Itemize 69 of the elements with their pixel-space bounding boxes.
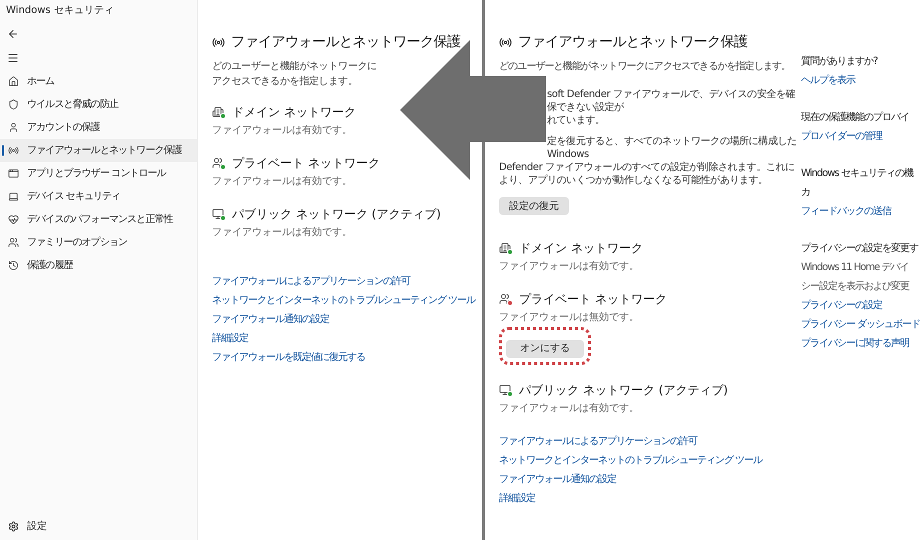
link[interactable]: 詳細設定 bbox=[499, 491, 798, 506]
sidebar-item[interactable]: ホーム bbox=[0, 70, 197, 93]
network-name[interactable]: プライベート ネットワーク bbox=[519, 290, 667, 308]
link[interactable]: ファイアウォール通知の設定 bbox=[499, 472, 798, 487]
heart-pulse-icon bbox=[8, 214, 19, 225]
link[interactable]: フィードバックの送信 bbox=[801, 204, 920, 219]
menu-icon[interactable] bbox=[7, 52, 19, 64]
network-name[interactable]: ドメイン ネットワーク bbox=[232, 103, 356, 121]
link[interactable]: ネットワークとインターネットのトラブルシューティング ツール bbox=[212, 293, 482, 308]
history-icon bbox=[8, 260, 19, 271]
laptop-icon bbox=[8, 191, 19, 202]
page-subtitle: どのユーザーと機能がネットワークにアクセスできるかを指定します。 bbox=[212, 60, 378, 89]
firewall-status: ファイアウォールは有効です。 bbox=[212, 226, 353, 240]
link[interactable]: ファイアウォールを既定値に復元する bbox=[212, 350, 482, 365]
network-name[interactable]: ドメイン ネットワーク bbox=[519, 239, 643, 257]
settings-icon[interactable] bbox=[8, 521, 19, 532]
link[interactable]: ネットワークとインターネットのトラブルシューティング ツール bbox=[499, 453, 798, 468]
link[interactable]: ファイアウォールによるアプリケーションの許可 bbox=[499, 434, 798, 449]
link[interactable]: ファイアウォールによるアプリケーションの許可 bbox=[212, 274, 482, 289]
firewall-status: ファイアウォールは有効です。 bbox=[212, 124, 353, 138]
settings-label[interactable]: 設定 bbox=[27, 519, 47, 534]
section-text: Windows 11 Home デバイ bbox=[801, 261, 910, 275]
firewall-status: ファイアウォールは有効です。 bbox=[499, 260, 640, 274]
section-heading: Windows セキュリティの機 bbox=[801, 166, 914, 181]
link[interactable]: プライバシーの設定 bbox=[801, 298, 920, 313]
home-icon bbox=[8, 76, 19, 87]
shield-icon bbox=[8, 99, 19, 110]
turn-on-button[interactable]: オンにする bbox=[506, 340, 584, 358]
page-heading: ファイアウォールとネットワーク保護 bbox=[518, 33, 748, 52]
section-heading: プライバシーの設定を変更す bbox=[801, 242, 920, 256]
sidebar-item[interactable]: ウイルスと脅威の防止 bbox=[0, 93, 197, 116]
sidebar-item[interactable]: デバイスのパフォーマンスと正常性 bbox=[0, 208, 197, 231]
section-heading: カ bbox=[801, 186, 811, 200]
window-title: Windows セキュリティ bbox=[5, 4, 115, 18]
restore-settings-button[interactable]: 設定の復元 bbox=[499, 197, 569, 215]
link[interactable]: プロバイダーの管理 bbox=[801, 129, 920, 144]
window-icon bbox=[8, 168, 19, 179]
link[interactable]: ファイアウォール通知の設定 bbox=[212, 312, 482, 327]
network-name[interactable]: パブリック ネットワーク (アクティブ) bbox=[519, 381, 728, 399]
section-heading: 現在の保護機能のプロバイ bbox=[801, 110, 910, 125]
sidebar-item[interactable]: ファイアウォールとネットワーク保護 bbox=[0, 139, 197, 162]
antenna-icon bbox=[8, 145, 19, 156]
link[interactable]: プライバシー ダッシュボード bbox=[801, 317, 920, 332]
antenna-icon bbox=[499, 36, 512, 49]
section-heading: 質問がありますか? bbox=[801, 54, 879, 69]
warning-text: Defender ファイアウォールのすべての設定が削除されます。これにより、アプリのいくつかが動作しなくなる可能性があります。 bbox=[499, 161, 796, 187]
link[interactable]: 詳細設定 bbox=[212, 331, 482, 346]
back-icon[interactable] bbox=[7, 28, 19, 40]
page-heading: ファイアウォールとネットワーク保護 bbox=[231, 33, 460, 52]
antenna-icon bbox=[212, 36, 225, 49]
people-icon bbox=[8, 237, 19, 248]
warning-text: soft Defender ファイアウォールで、デバイスの安全を確保できない設定が bbox=[546, 88, 796, 114]
sidebar-item[interactable]: デバイス セキュリティ bbox=[0, 185, 197, 208]
sidebar-item[interactable]: 保護の履歴 bbox=[0, 254, 197, 277]
firewall-status: ファイアウォールは有効です。 bbox=[499, 402, 640, 416]
sidebar-item[interactable]: アカウントの保護 bbox=[0, 116, 197, 139]
firewall-status: ファイアウォールは有効です。 bbox=[212, 174, 353, 189]
firewall-status: ファイアウォールは無効です。 bbox=[499, 310, 640, 325]
network-name[interactable]: プライベート ネットワーク bbox=[232, 154, 380, 172]
warning-text: 定を復元すると、すべてのネットワークの場所に構成した Windows bbox=[546, 135, 798, 161]
warning-text: れています。 bbox=[546, 114, 606, 127]
network-name[interactable]: パブリック ネットワーク (アクティブ) bbox=[232, 205, 441, 223]
sidebar-item[interactable]: アプリとブラウザー コントロール bbox=[0, 162, 197, 185]
link[interactable]: プライバシーに関する声明 bbox=[801, 336, 920, 351]
person-icon bbox=[8, 122, 19, 133]
sidebar-item[interactable]: ファミリーのオプション bbox=[0, 231, 197, 254]
link[interactable]: ヘルプを表示 bbox=[801, 73, 920, 88]
section-text: シー設定を表示および変更 bbox=[801, 280, 910, 294]
page-subtitle: どのユーザーと機能がネットワークにアクセスできるかを指定します。 bbox=[499, 60, 792, 74]
